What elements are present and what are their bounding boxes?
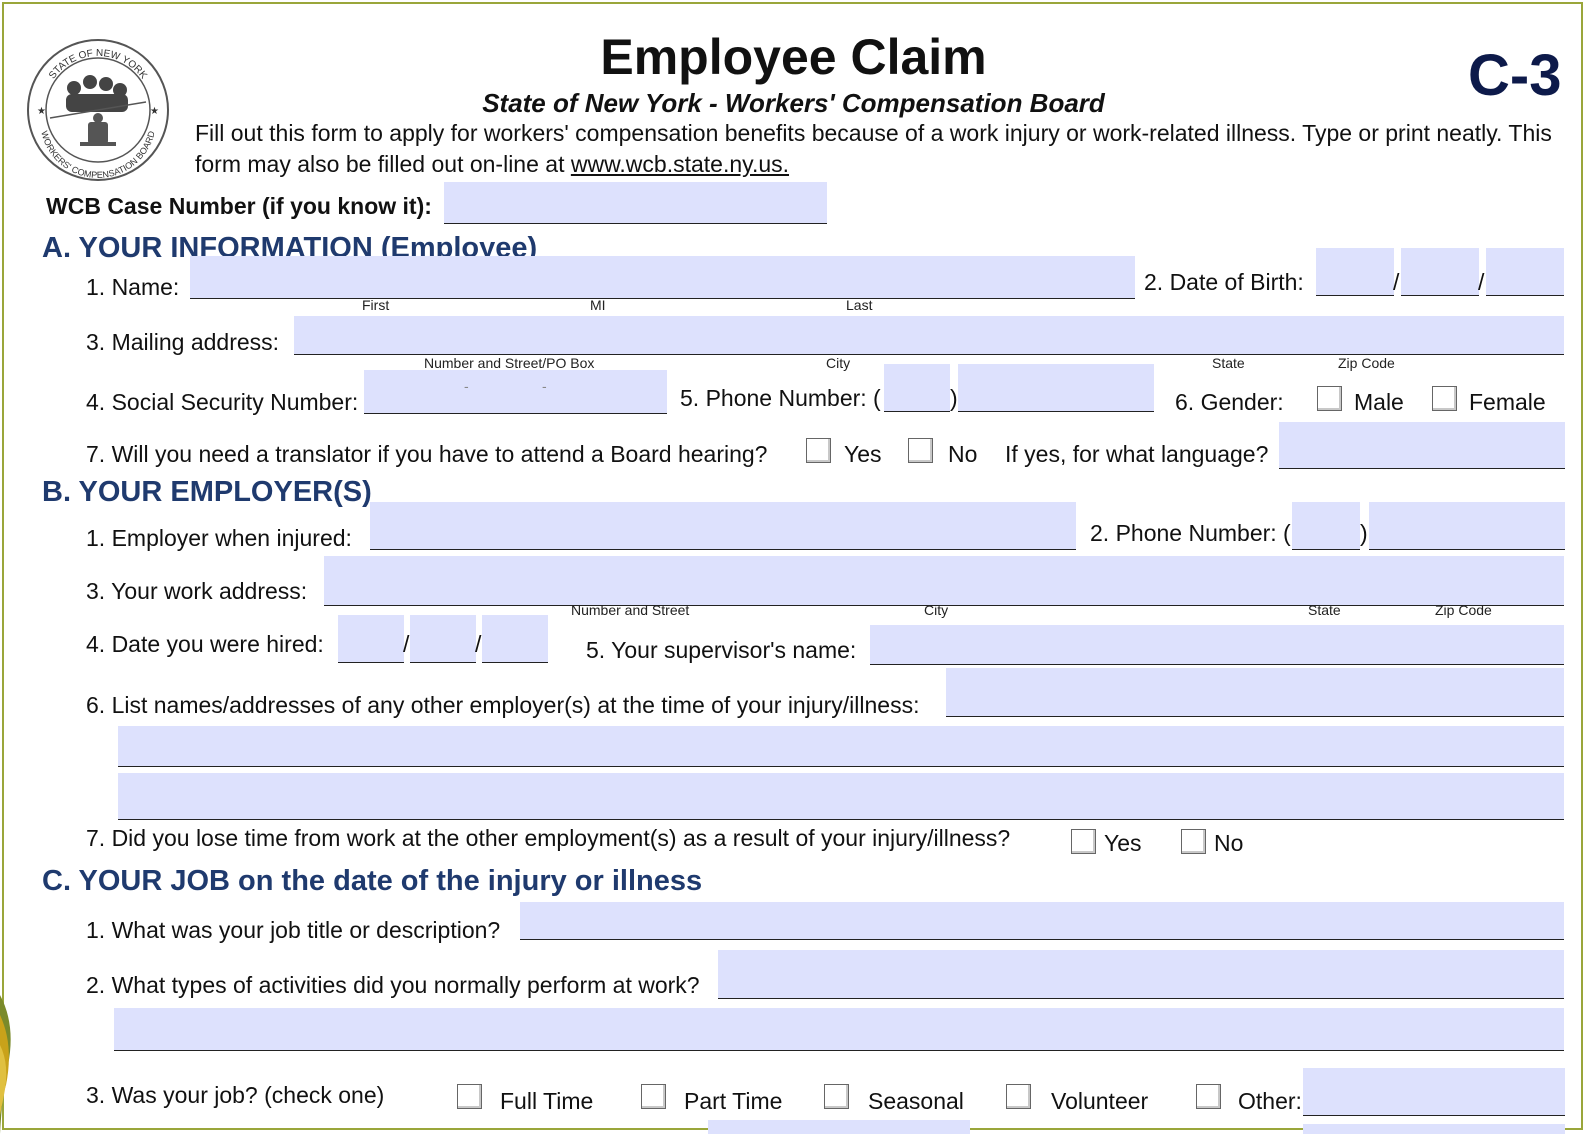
work-address-sub-zip: Zip Code [1435,602,1492,618]
section-c-heading: C. YOUR JOB on the date of the injury or… [42,865,703,897]
translator-label: 7. Will you need a translator if you hav… [86,441,768,467]
language-label: If yes, for what language? [1005,441,1269,467]
lose-time-yes-label: Yes [1104,830,1142,856]
lose-time-yes-checkbox[interactable] [1071,829,1096,854]
employer-phone-number-field[interactable] [1369,502,1565,550]
work-address-field[interactable] [324,556,1564,606]
name-label: 1. Name: [86,274,180,300]
employer-phone-label: 2. Phone Number: ( [1090,520,1291,546]
hired-year-field[interactable] [482,615,548,663]
ssn-field[interactable] [364,370,667,414]
work-address-label: 3. Your work address: [86,578,308,604]
language-field[interactable] [1279,422,1565,469]
hired-separator-2: / [475,631,482,657]
work-address-sub-city: City [924,602,949,618]
phone-number-field[interactable] [958,364,1154,412]
intro-text: Fill out this form to apply for workers'… [195,118,1555,180]
job-type-seasonal-checkbox[interactable] [824,1084,849,1109]
job-type-full-time-checkbox[interactable] [457,1084,482,1109]
employer-phone-close-paren: ) [1360,520,1368,546]
job-type-volunteer-label: Volunteer [1051,1088,1149,1114]
hired-day-field[interactable] [410,615,476,663]
gender-label: 6. Gender: [1175,389,1284,415]
translator-no-checkbox[interactable] [908,438,933,463]
dob-day-field[interactable] [1401,248,1479,296]
intro-text-body: Fill out this form to apply for workers'… [195,120,1552,177]
phone-label: 5. Phone Number: ( [680,385,881,411]
address-sub-city: City [826,355,851,371]
phone-area-code-field[interactable] [884,364,950,412]
lose-time-label: 7. Did you lose time from work at the ot… [86,825,1011,851]
form-code: C-3 [1468,43,1562,108]
address-sub-street: Number and Street/PO Box [424,355,595,371]
form-title: Employee Claim [600,29,987,85]
dob-year-field[interactable] [1486,248,1564,296]
dob-month-field[interactable] [1316,248,1394,296]
job-title-field[interactable] [520,902,1564,940]
decorative-leaf-graphic [0,995,11,1134]
gender-male-label: Male [1354,389,1404,415]
next-field-partial-2[interactable] [1303,1124,1565,1134]
hired-date-label: 4. Date you were hired: [86,631,324,657]
job-type-full-time-label: Full Time [500,1088,594,1114]
case-number-field[interactable] [444,182,827,224]
ssn-label: 4. Social Security Number: [86,389,359,415]
translator-yes-label: Yes [844,441,882,467]
job-type-part-time-checkbox[interactable] [641,1084,666,1109]
gender-female-label: Female [1469,389,1546,415]
activities-field-1[interactable] [718,950,1564,999]
dob-label: 2. Date of Birth: [1144,269,1304,295]
job-type-seasonal-label: Seasonal [868,1088,964,1114]
form-subtitle: State of New York - Workers' Compensatio… [482,88,1105,118]
work-address-sub-state: State [1308,602,1341,618]
lose-time-no-label: No [1214,830,1244,856]
work-address-sub-street: Number and Street [571,602,690,618]
employer-field[interactable] [370,502,1076,550]
next-field-partial[interactable] [708,1120,970,1134]
activities-label: 2. What types of activities did you norm… [86,972,700,998]
hired-month-field[interactable] [338,615,404,663]
gender-female-checkbox[interactable] [1432,386,1457,411]
other-employers-label: 6. List names/addresses of any other emp… [86,692,920,718]
employer-phone-area-code-field[interactable] [1292,502,1360,550]
name-sub-mi: MI [590,297,606,313]
address-sub-state: State [1212,355,1245,371]
translator-yes-checkbox[interactable] [806,438,831,463]
other-employers-field-3[interactable] [118,773,1564,820]
lose-time-no-checkbox[interactable] [1181,829,1206,854]
job-type-other-field[interactable] [1303,1068,1565,1116]
address-sub-zip: Zip Code [1338,355,1395,371]
job-type-other-checkbox[interactable] [1196,1084,1221,1109]
activities-field-2[interactable] [114,1008,1564,1051]
name-sub-last: Last [846,297,873,313]
employer-label: 1. Employer when injured: [86,525,352,551]
other-employers-field-2[interactable] [118,726,1564,767]
translator-no-label: No [948,441,978,467]
ssn-dash-1: - [464,378,469,394]
job-type-volunteer-checkbox[interactable] [1006,1084,1031,1109]
dob-separator-1: / [1393,269,1400,295]
case-number-label: WCB Case Number (if you know it): [46,193,432,219]
supervisor-field[interactable] [870,625,1564,665]
mailing-address-field[interactable] [294,316,1564,355]
dob-separator-2: / [1478,269,1485,295]
ssn-dash-2: - [542,378,547,394]
job-type-label: 3. Was your job? (check one) [86,1082,385,1108]
section-b-heading: B. YOUR EMPLOYER(S) [42,476,372,508]
other-employers-field-1[interactable] [946,668,1564,717]
job-type-other-label: Other: [1238,1088,1302,1114]
supervisor-label: 5. Your supervisor's name: [586,637,857,663]
name-field[interactable] [190,256,1135,299]
wcb-website-link[interactable]: www.wcb.state.ny.us. [571,151,789,177]
gender-male-checkbox[interactable] [1317,386,1342,411]
hired-separator-1: / [403,631,410,657]
mailing-address-label: 3. Mailing address: [86,329,280,355]
phone-close-paren: ) [950,385,958,411]
name-sub-first: First [362,297,390,313]
job-type-part-time-label: Part Time [684,1088,783,1114]
job-title-label: 1. What was your job title or descriptio… [86,917,501,943]
